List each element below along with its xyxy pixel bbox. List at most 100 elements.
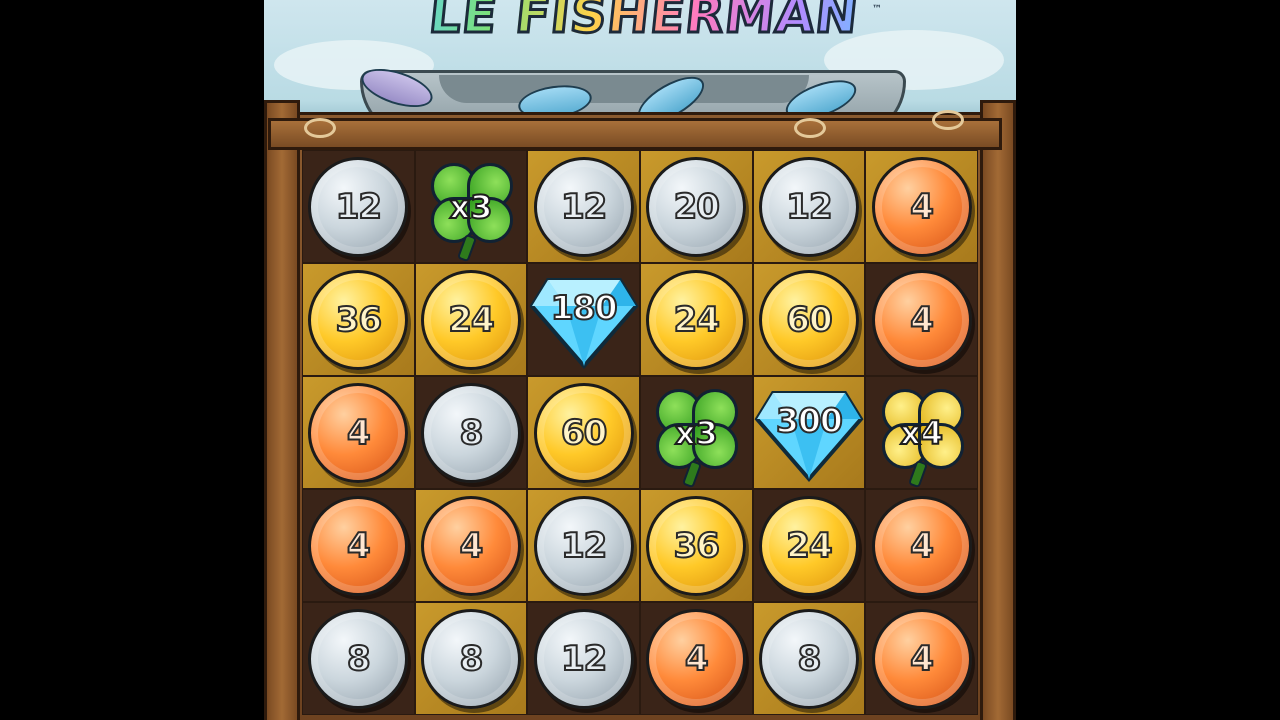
coin-value: 4 (346, 525, 372, 567)
grid-cell: 12 (527, 489, 640, 602)
grid-cell: 8 (414, 602, 528, 715)
reel-grid: 12 x3 12 20 12 4 36 24 180 24 60 4 4 8 60 x3 300 x4 4 4 12 36… (302, 150, 978, 720)
grid-cell: 24 (752, 489, 866, 602)
gold-coin: 36 (646, 495, 747, 596)
coin-value: 4 (459, 525, 485, 567)
coin-value: 4 (684, 638, 710, 680)
gold-coin: 60 (758, 269, 859, 370)
frame-post-left (264, 100, 300, 720)
clover-multiplier-icon: x4 (872, 383, 972, 488)
game-viewport: LE FISHERMAN ™ 12 x3 12 20 12 4 36 24 180 24 60 4 4 8… (264, 0, 1016, 720)
grid-cell: 12 (527, 602, 640, 715)
clover-multiplier-icon: x3 (421, 157, 521, 262)
coin-value: 4 (909, 186, 935, 228)
coin-value: 60 (560, 412, 608, 454)
grid-cell: 36 (639, 489, 753, 602)
coin-value: 8 (459, 638, 485, 680)
coin-value: 8 (346, 638, 372, 680)
silver-coin: 12 (758, 156, 859, 257)
grid-cell: 4 (865, 150, 978, 263)
silver-coin: 12 (308, 156, 409, 257)
silver-coin: 12 (533, 495, 634, 596)
grid-cell: 4 (865, 263, 978, 376)
silver-coin: 20 (646, 156, 747, 257)
coin-value: 4 (346, 412, 372, 454)
clover-multiplier-icon: x3 (646, 383, 746, 488)
copper-coin: 4 (871, 269, 972, 370)
grid-cell: 180 (527, 263, 640, 376)
grid-cell: 24 (414, 263, 528, 376)
coin-value: 36 (673, 525, 721, 567)
grid-cell: x3 (414, 150, 528, 263)
grid-cell: x4 (865, 376, 978, 489)
grid-cell: 8 (302, 602, 415, 715)
gem-value: 300 (775, 400, 844, 441)
multiplier-value: x4 (899, 413, 944, 453)
silver-coin: 12 (533, 608, 634, 709)
coin-value: 12 (560, 525, 608, 567)
silver-coin: 8 (308, 608, 409, 709)
coin-value: 24 (447, 299, 495, 341)
copper-coin: 4 (871, 608, 972, 709)
silver-coin: 8 (758, 608, 859, 709)
grid-cell: 8 (414, 376, 528, 489)
grid-cell: 20 (639, 150, 753, 263)
grid-cell: 4 (865, 489, 978, 602)
multiplier-value: x3 (674, 413, 719, 453)
gold-coin: 60 (533, 382, 634, 483)
grid-cell: 4 (639, 602, 753, 715)
coin-value: 36 (335, 299, 383, 341)
grid-cell: 60 (752, 263, 866, 376)
grid-cell: 36 (302, 263, 415, 376)
diamond-icon: 180 (528, 270, 640, 370)
coin-value: 60 (785, 299, 833, 341)
coin-value: 4 (909, 299, 935, 341)
copper-coin: 4 (646, 608, 747, 709)
copper-coin: 4 (308, 495, 409, 596)
game-title: LE FISHERMAN (381, 0, 907, 46)
frame-post-right (980, 100, 1016, 720)
gold-coin: 24 (646, 269, 747, 370)
gem-value: 180 (550, 287, 619, 328)
grid-cell: 4 (302, 376, 415, 489)
coin-value: 12 (560, 186, 608, 228)
multiplier-value: x3 (449, 187, 494, 227)
grid-cell: 12 (752, 150, 866, 263)
frame-top-beam (268, 118, 1002, 150)
grid-cell: 12 (527, 150, 640, 263)
gold-coin: 24 (420, 269, 521, 370)
silver-coin: 8 (420, 608, 521, 709)
grid-cell: 12 (302, 150, 415, 263)
coin-value: 8 (797, 638, 823, 680)
coin-value: 12 (785, 186, 833, 228)
diamond-icon: 300 (753, 383, 865, 483)
coin-value: 8 (459, 412, 485, 454)
coin-value: 20 (673, 186, 721, 228)
coin-value: 4 (909, 525, 935, 567)
copper-coin: 4 (871, 156, 972, 257)
grid-cell: 24 (639, 263, 753, 376)
silver-coin: 12 (533, 156, 634, 257)
trademark-symbol: ™ (872, 4, 882, 15)
rope-knot (932, 110, 964, 130)
grid-cell: 300 (752, 376, 866, 489)
rope-knot (794, 118, 826, 138)
coin-value: 24 (785, 525, 833, 567)
grid-cell: x3 (639, 376, 753, 489)
gold-coin: 24 (758, 495, 859, 596)
gold-coin: 36 (308, 269, 409, 370)
copper-coin: 4 (420, 495, 521, 596)
grid-cell: 4 (302, 489, 415, 602)
grid-cell: 60 (527, 376, 640, 489)
rope-knot (304, 118, 336, 138)
coin-value: 12 (335, 186, 383, 228)
grid-cell: 4 (865, 602, 978, 715)
silver-coin: 8 (420, 382, 521, 483)
copper-coin: 4 (871, 495, 972, 596)
grid-cell: 8 (752, 602, 866, 715)
grid-cell: 4 (414, 489, 528, 602)
coin-value: 24 (673, 299, 721, 341)
copper-coin: 4 (308, 382, 409, 483)
coin-value: 4 (909, 638, 935, 680)
coin-value: 12 (560, 638, 608, 680)
